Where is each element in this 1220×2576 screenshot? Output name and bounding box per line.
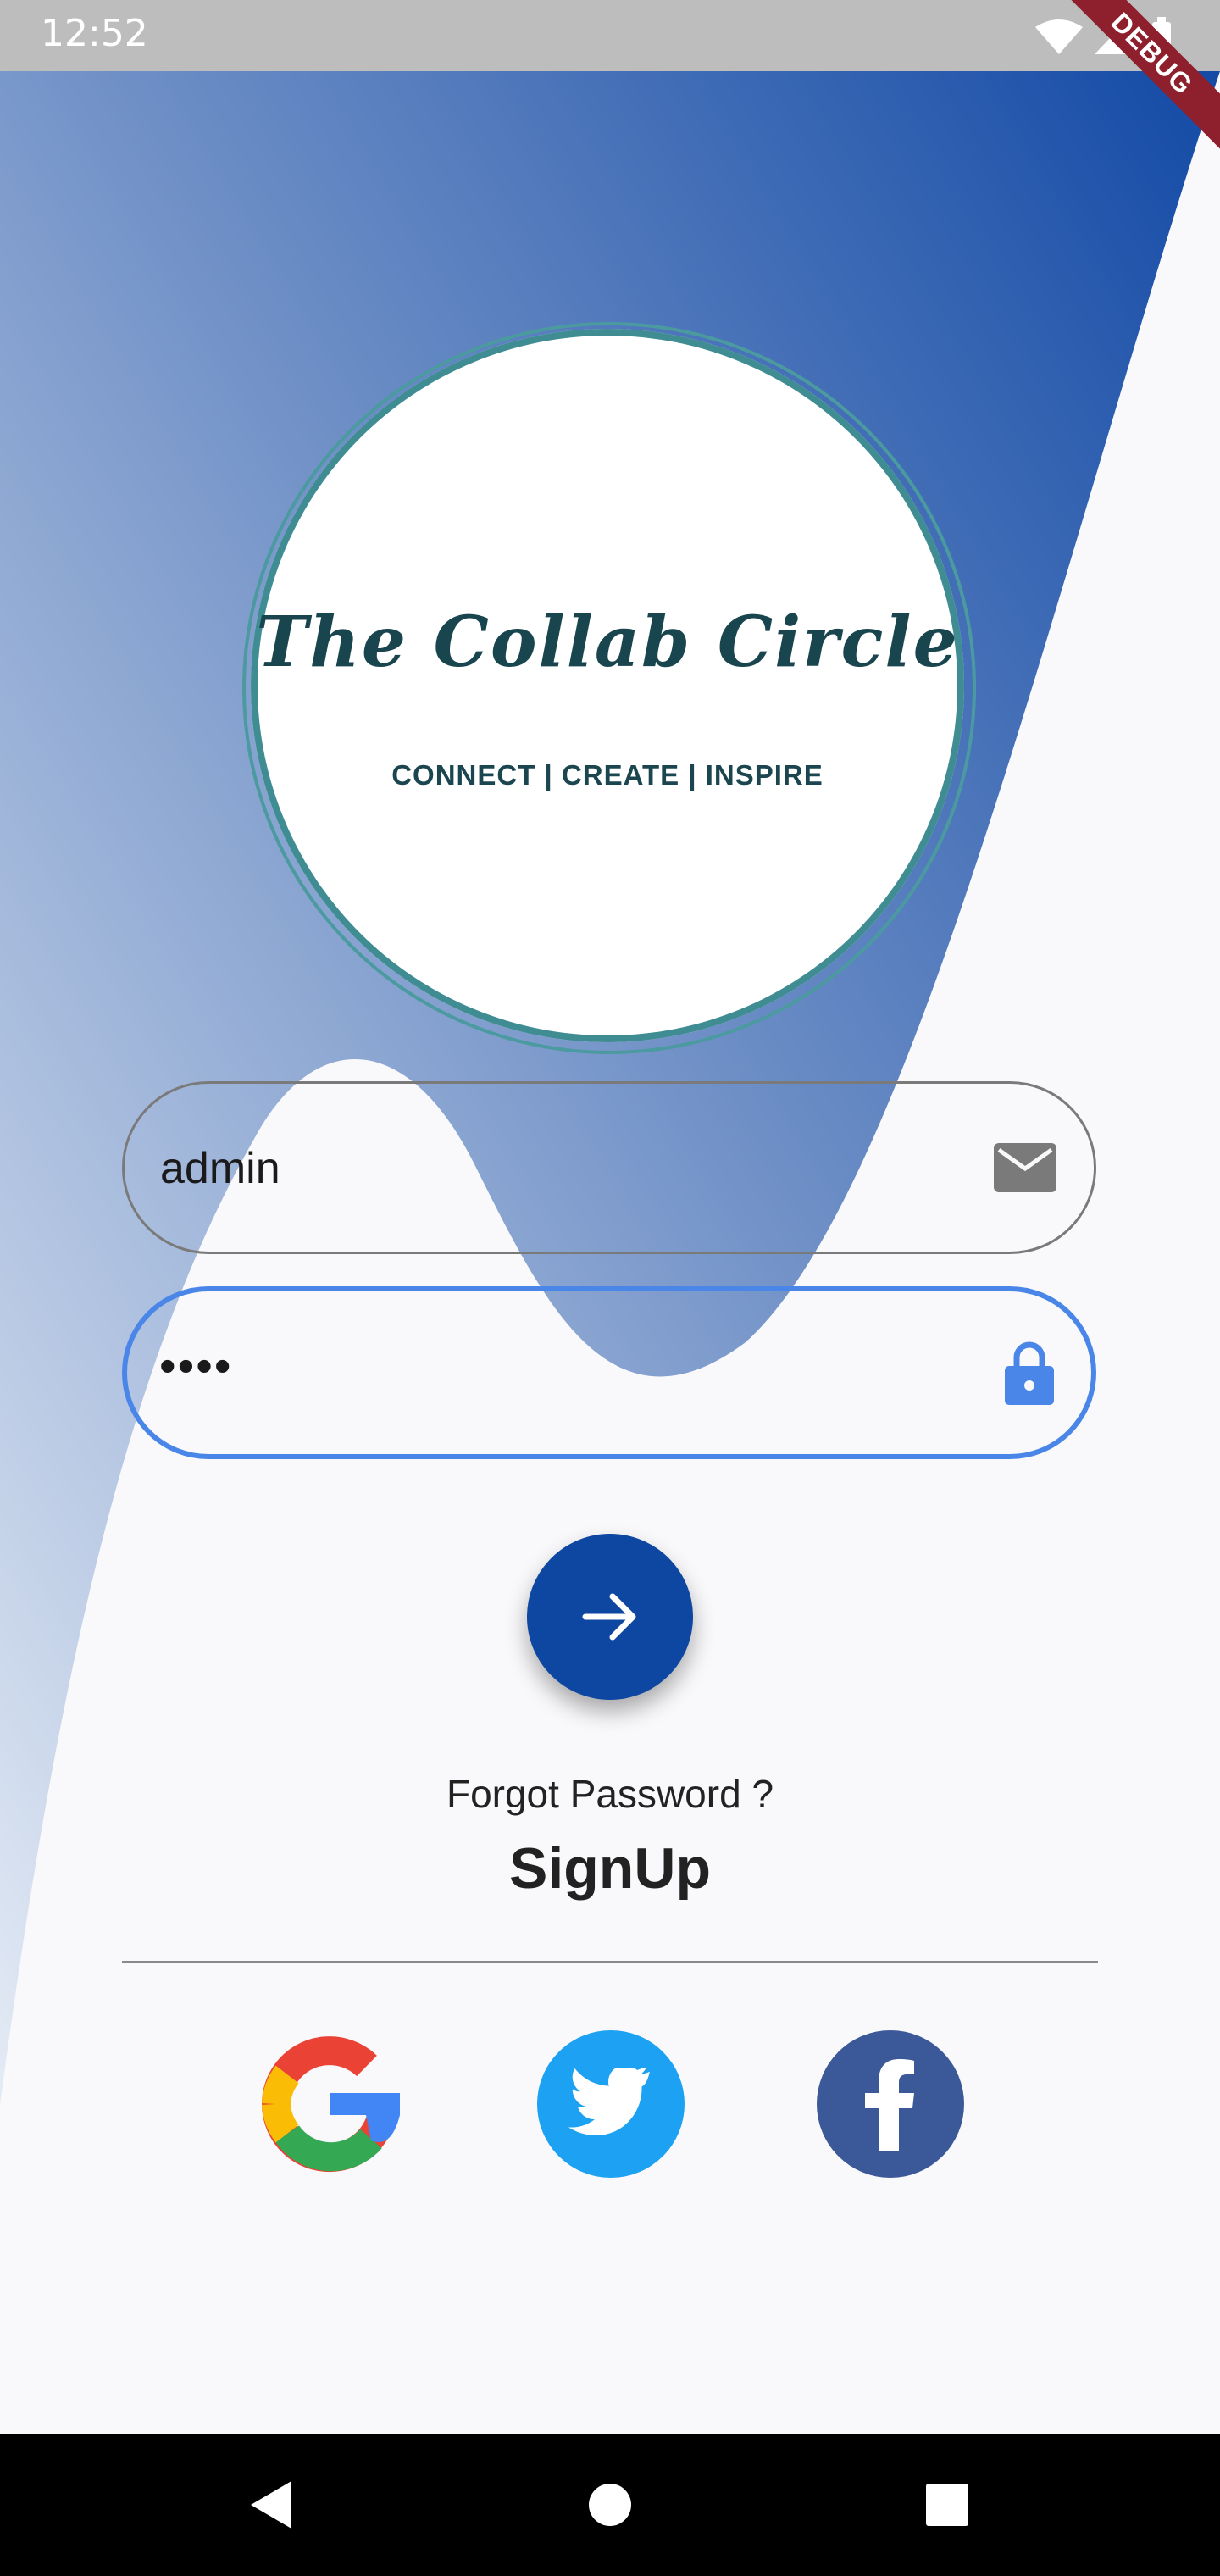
google-button[interactable] <box>256 2030 403 2178</box>
arrow-right-icon <box>582 1593 636 1641</box>
lock-icon <box>1005 1341 1054 1405</box>
logo-tagline: CONNECT | CREATE | INSPIRE <box>391 759 824 791</box>
home-button[interactable] <box>542 2434 678 2576</box>
status-time: 12:52 <box>41 12 148 55</box>
email-input[interactable] <box>158 1084 924 1253</box>
google-icon <box>262 2036 400 2173</box>
divider <box>122 1961 1098 1963</box>
password-input[interactable] <box>158 1283 923 1447</box>
facebook-button[interactable] <box>817 2030 964 2178</box>
home-icon <box>589 2484 631 2526</box>
recents-button[interactable] <box>879 2434 1015 2576</box>
twitter-icon <box>568 2068 650 2135</box>
forgot-password-link[interactable]: Forgot Password ? <box>0 1771 1220 1817</box>
signup-link[interactable]: SignUp <box>0 1835 1220 1901</box>
email-field[interactable] <box>122 1081 1096 1254</box>
navigation-bar <box>0 2434 1220 2576</box>
logo: The Collab Circle CONNECT | CREATE | INS… <box>242 322 976 1054</box>
twitter-button[interactable] <box>537 2030 685 2178</box>
password-field[interactable] <box>122 1283 1096 1459</box>
wifi-icon <box>1035 19 1083 54</box>
recents-icon <box>926 2484 968 2526</box>
status-bar: 12:52 <box>0 0 1220 71</box>
back-button[interactable] <box>203 2434 339 2576</box>
back-icon <box>251 2481 291 2529</box>
mail-icon <box>994 1143 1056 1192</box>
facebook-icon <box>865 2059 914 2151</box>
logo-title: The Collab Circle <box>256 602 959 683</box>
submit-button[interactable] <box>527 1534 693 1700</box>
logo-ring <box>242 322 976 1054</box>
